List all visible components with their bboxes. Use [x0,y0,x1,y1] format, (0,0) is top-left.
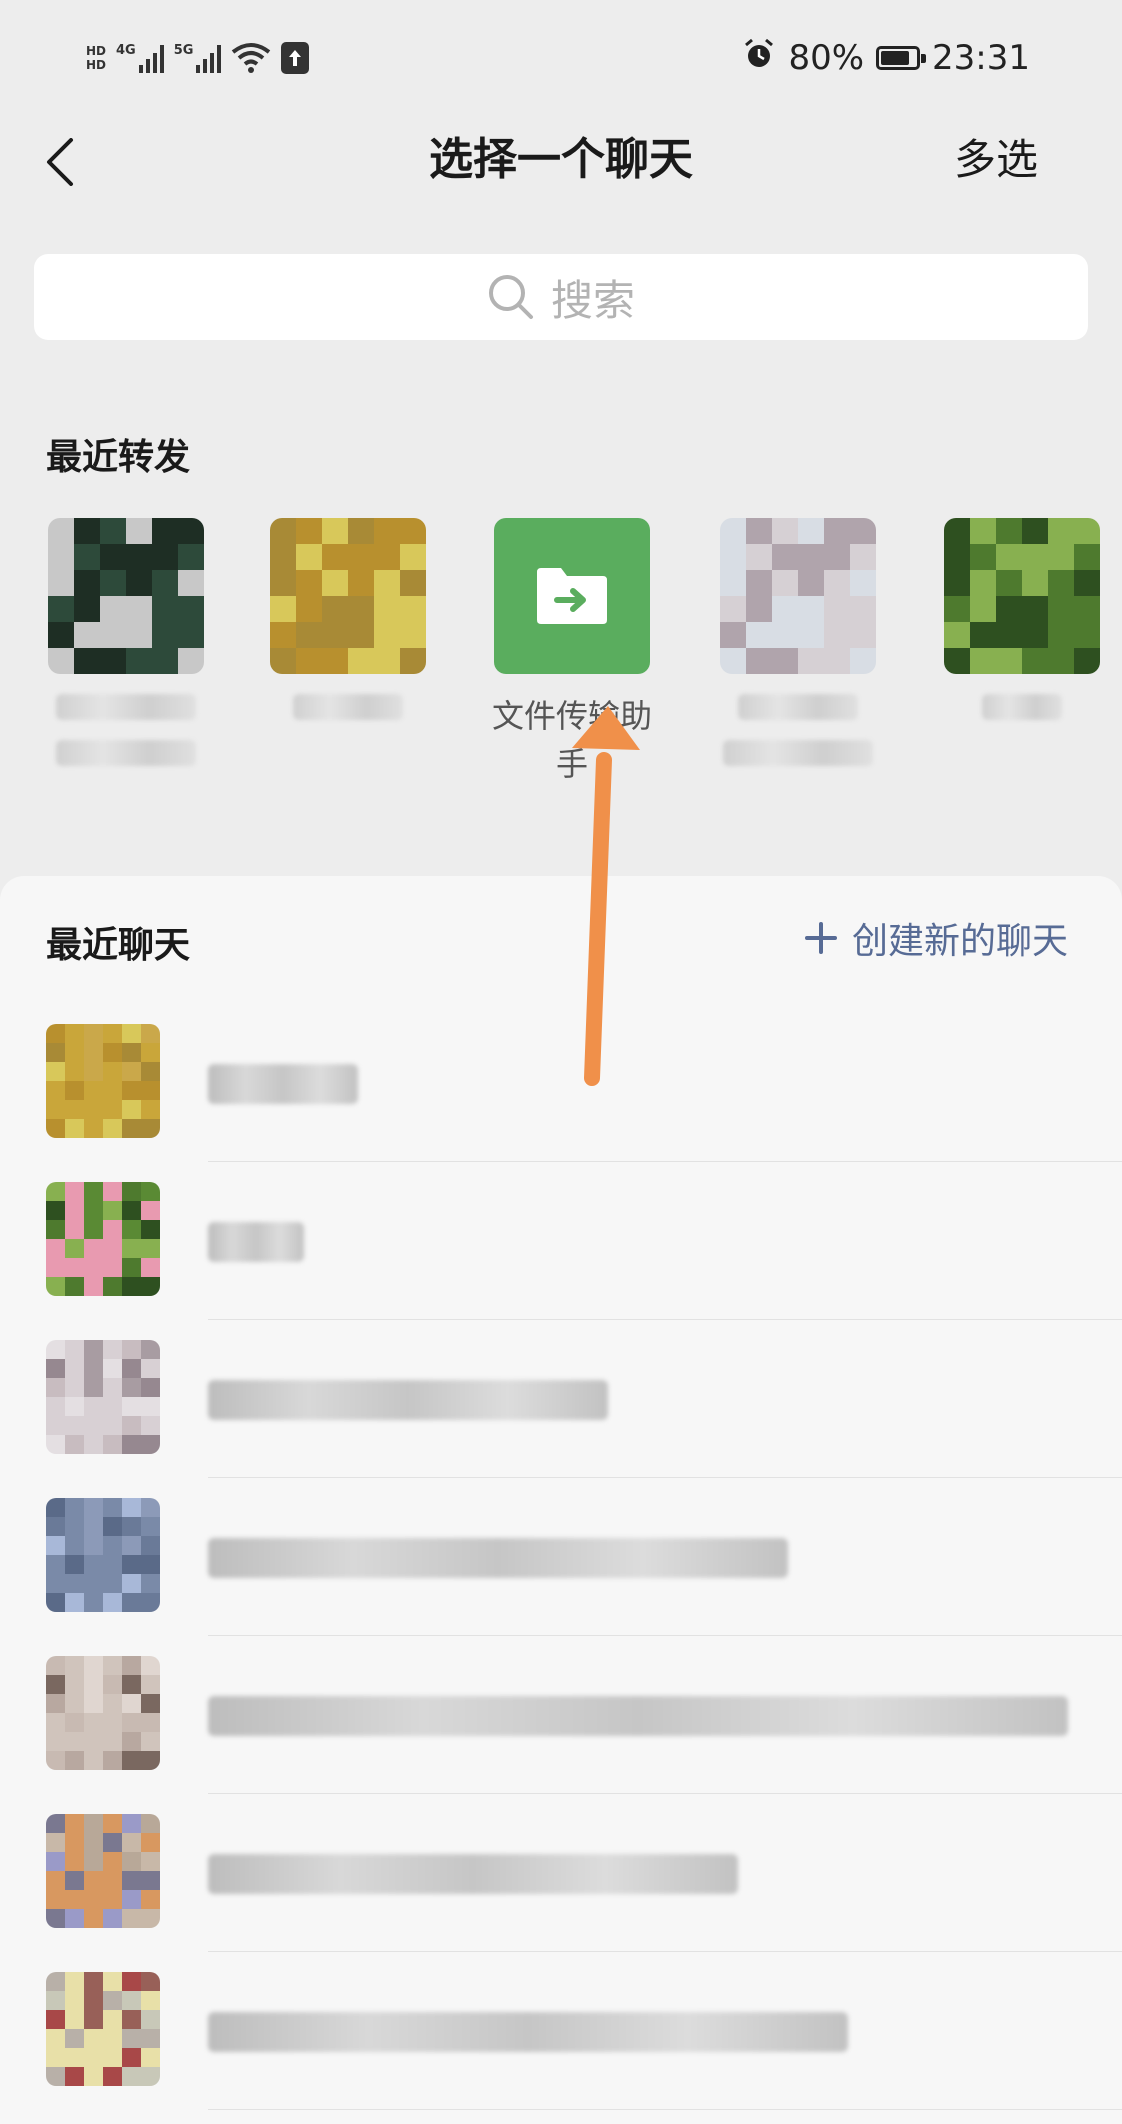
multi-select-button[interactable]: 多选 [954,132,1038,188]
hd-indicator: HD HD [86,44,106,72]
alarm-icon [742,37,776,80]
avatar [46,1972,160,2086]
search-placeholder: 搜索 [550,275,635,325]
forward-contact[interactable] [46,518,206,766]
avatar [48,518,204,674]
recent-forward-list: 文件传输助手 [0,518,1122,808]
upload-icon [281,42,310,74]
chat-name [208,2012,848,2052]
chat-row[interactable] [0,1478,1122,1636]
avatar [46,1498,160,1612]
chat-row[interactable] [0,1636,1122,1794]
chat-name [208,1064,358,1104]
recent-chats-panel: 最近聊天 创建新的聊天 [0,876,1122,2124]
signal-5g-icon: 5G [174,43,222,73]
battery-icon [876,46,927,70]
net-5g-label: 5G [173,43,194,58]
forward-name [293,694,403,720]
folder-arrow-icon [537,568,607,624]
status-right: 80% 23:31 [742,36,1030,80]
forward-name: 文件传输助手 [492,697,653,783]
recent-chats-title: 最近聊天 [46,925,191,966]
battery-percent: 80% [788,38,865,78]
avatar [46,1024,160,1138]
chat-row[interactable] [0,1162,1122,1320]
forward-contact[interactable] [718,518,878,766]
status-left: HD HD 4G 5G [86,36,310,80]
status-time: 23:31 [932,38,1030,78]
recent-chats-list [0,1004,1122,2110]
forward-name [738,694,858,720]
nav-bar: 选择一个聊天 多选 [0,118,1122,202]
avatar [46,1656,160,1770]
avatar [944,518,1100,674]
chat-row[interactable] [0,1004,1122,1162]
net-4g-label: 4G [116,43,136,58]
forward-name-line2 [723,740,873,766]
chat-row[interactable] [0,1952,1122,2110]
search-input[interactable]: 搜索 [34,254,1088,340]
chat-name [208,1380,608,1420]
recent-forward-title: 最近转发 [46,437,191,478]
create-new-chat-button[interactable]: 创建新的聊天 [804,912,1068,964]
chat-row[interactable] [0,1794,1122,1952]
hd-top-label: HD [86,44,107,58]
forward-contact[interactable] [268,518,428,720]
plus-icon [804,922,837,954]
forward-name [982,694,1062,720]
avatar [46,1182,160,1296]
chat-row[interactable] [0,1320,1122,1478]
avatar [46,1814,160,1928]
forward-contact[interactable] [942,518,1102,720]
chat-name [208,1538,788,1578]
status-bar: HD HD 4G 5G 80% 23:31 [0,0,1122,118]
chat-name [208,1854,738,1894]
forward-file-transfer-helper[interactable]: 文件传输助手 [492,518,652,788]
create-new-chat-label: 创建新的聊天 [851,921,1068,962]
chat-name [208,1696,1068,1736]
hd-bottom-label: HD [86,58,107,72]
file-transfer-avatar [494,518,650,674]
wifi-icon [231,42,271,74]
search-icon [488,275,533,319]
chat-name [208,1222,304,1262]
forward-name [56,694,196,720]
signal-4g-icon: 4G [116,43,164,73]
avatar [46,1340,160,1454]
avatar [720,518,876,674]
forward-name-line2 [56,740,196,766]
avatar [270,518,426,674]
